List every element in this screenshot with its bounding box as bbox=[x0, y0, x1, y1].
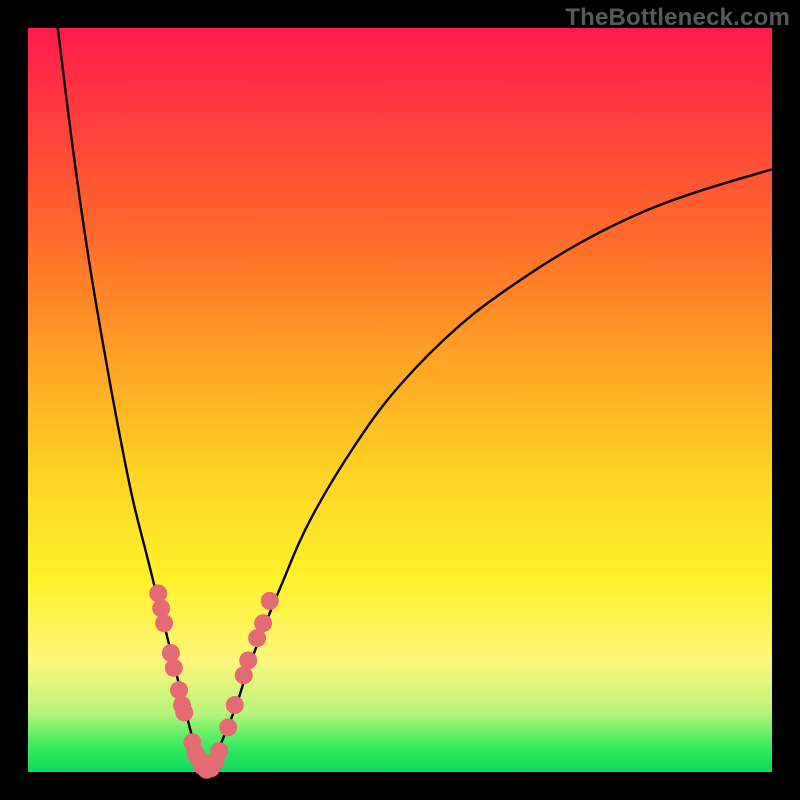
curve-marker bbox=[155, 614, 173, 632]
curve-marker bbox=[219, 718, 237, 736]
curve-marker bbox=[261, 592, 279, 610]
curve-marker bbox=[162, 644, 180, 662]
marker-layer bbox=[149, 584, 279, 778]
curve-marker bbox=[165, 659, 183, 677]
curve-marker bbox=[226, 696, 244, 714]
curve-right-branch bbox=[207, 169, 772, 772]
curve-marker bbox=[152, 599, 170, 617]
curve-marker bbox=[254, 614, 272, 632]
chart-plot-area bbox=[28, 28, 772, 772]
curve-marker bbox=[239, 651, 257, 669]
curve-left-branch bbox=[58, 28, 207, 772]
curve-marker bbox=[175, 703, 193, 721]
curve-marker bbox=[149, 584, 167, 602]
curve-layer bbox=[58, 28, 772, 772]
curve-marker bbox=[210, 742, 228, 760]
chart-frame: TheBottleneck.com bbox=[0, 0, 800, 800]
watermark-text: TheBottleneck.com bbox=[565, 4, 790, 32]
curve-marker bbox=[170, 681, 188, 699]
chart-svg bbox=[28, 28, 772, 772]
